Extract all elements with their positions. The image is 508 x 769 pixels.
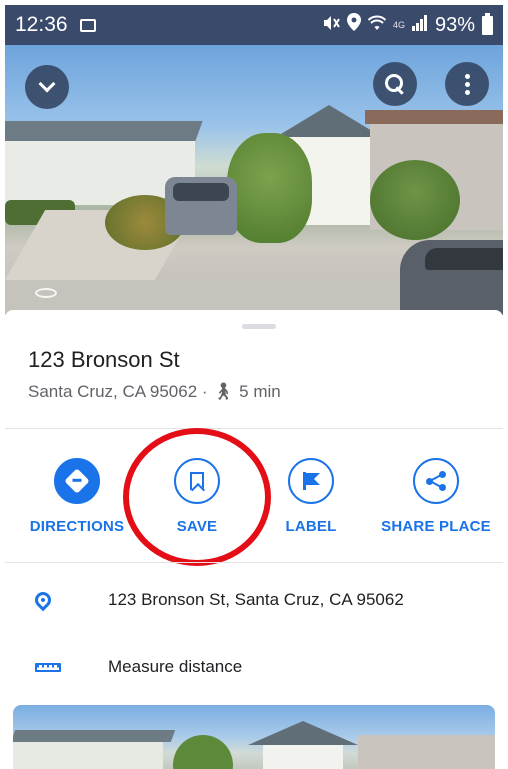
- location-pin-icon: [31, 588, 55, 612]
- photo-car: [165, 177, 237, 235]
- network-type: 4G: [392, 20, 405, 30]
- share-icon: [413, 458, 459, 504]
- battery-icon: [482, 12, 493, 35]
- annotation-circle: [123, 428, 271, 566]
- battery-percent: 93%: [434, 13, 475, 36]
- street-view-thumbnail[interactable]: [13, 705, 495, 769]
- status-icons: 4G 93%: [322, 12, 493, 37]
- chevron-down-icon: [38, 75, 56, 93]
- place-address-line: Santa Cruz, CA 95062 ·: [28, 382, 208, 401]
- mute-icon: [322, 14, 340, 37]
- signal-icon: [411, 14, 428, 37]
- more-vert-icon: [464, 73, 470, 95]
- collapse-button[interactable]: [25, 65, 69, 109]
- measure-distance-row[interactable]: Measure distance: [5, 647, 503, 687]
- flag-icon: [288, 458, 334, 504]
- place-subtitle: Santa Cruz, CA 95062 · 🚶︎ 5 min: [28, 382, 281, 402]
- search-button[interactable]: [373, 62, 417, 106]
- place-title: 123 Bronson St: [28, 347, 180, 372]
- divider: [5, 562, 503, 563]
- wifi-icon: [367, 14, 387, 37]
- directions-button[interactable]: DIRECTIONS: [27, 458, 127, 535]
- street-view-photo[interactable]: [5, 45, 503, 315]
- location-status-icon: [346, 13, 361, 37]
- label-button[interactable]: LABEL: [261, 458, 361, 535]
- walk-time: 5 min: [239, 382, 281, 401]
- share-place-button[interactable]: SHARE PLACE: [377, 458, 495, 535]
- ruler-icon: [35, 662, 61, 672]
- app-frame: 12:36 4G 93% 123 Bronson St Santa Cruz, …: [5, 5, 503, 769]
- drag-handle[interactable]: [242, 324, 276, 329]
- search-icon: [385, 74, 405, 94]
- directions-label: DIRECTIONS: [29, 518, 125, 535]
- more-options-button[interactable]: [445, 62, 489, 106]
- label-label: LABEL: [285, 518, 337, 535]
- photo-car: [400, 240, 503, 315]
- status-time: 12:36: [15, 13, 68, 36]
- street-view-icon: [35, 288, 57, 298]
- directions-icon: [54, 458, 100, 504]
- walking-icon: 🚶︎: [212, 382, 235, 401]
- image-notification-icon: [79, 18, 96, 32]
- measure-distance-label: Measure distance: [108, 657, 243, 676]
- share-place-label: SHARE PLACE: [381, 518, 491, 535]
- full-address: 123 Bronson St, Santa Cruz, CA 95062: [108, 590, 404, 609]
- divider: [5, 428, 503, 429]
- place-sheet: 123 Bronson St Santa Cruz, CA 95062 · 🚶︎…: [5, 310, 503, 769]
- status-bar: 12:36 4G 93%: [5, 5, 503, 45]
- address-row[interactable]: 123 Bronson St, Santa Cruz, CA 95062: [5, 580, 503, 620]
